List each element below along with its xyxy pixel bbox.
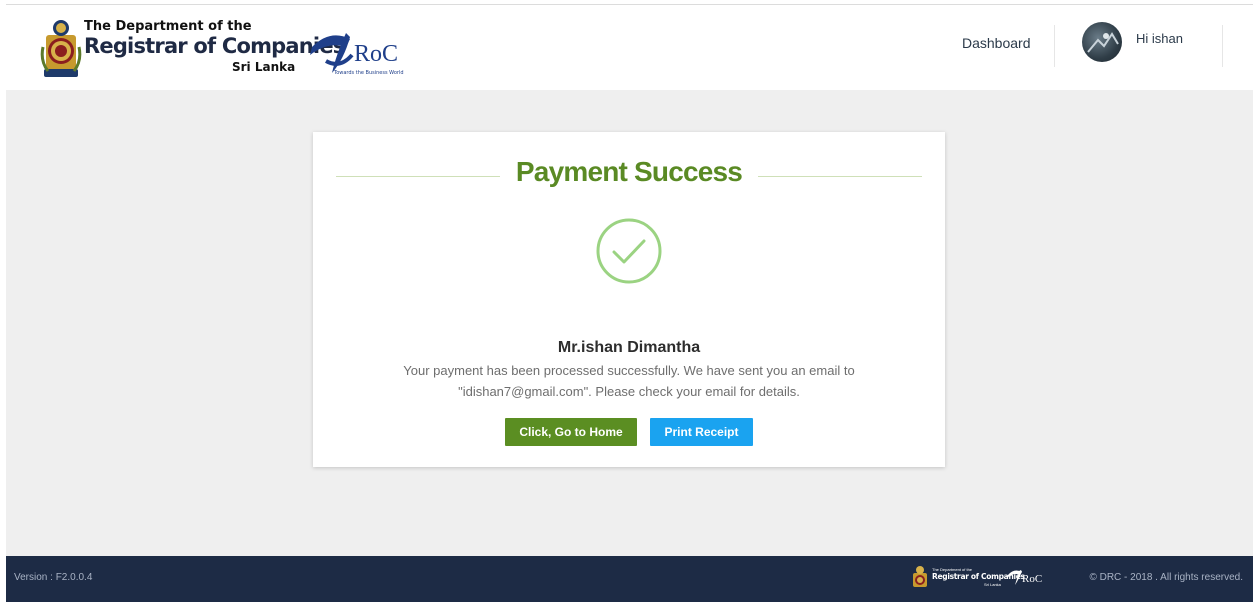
- nav-dashboard-link[interactable]: Dashboard: [962, 35, 1031, 51]
- footer-emblem-icon: [913, 566, 927, 587]
- footer-eroc-text: RoC: [1022, 573, 1043, 585]
- customer-name: Mr.ishan Dimantha: [557, 339, 701, 356]
- copyright-text: © DRC - 2018 . All rights reserved.: [1089, 572, 1243, 583]
- page-title: Payment Success: [515, 156, 743, 187]
- nav-divider: [1222, 25, 1223, 67]
- payment-success-card: Payment Success Mr.ishan Dimantha Your p…: [313, 132, 945, 467]
- eroc-tagline: Towards the Business World: [334, 70, 404, 76]
- nav-divider: [1054, 25, 1055, 67]
- avatar[interactable]: [1082, 22, 1122, 62]
- main-content: Payment Success Mr.ishan Dimantha Your p…: [6, 90, 1253, 556]
- brand-line-3: Sri Lanka: [232, 60, 296, 74]
- success-message-line-2: "idishan7@gmail.com". Please check your …: [458, 384, 800, 399]
- title-row: Payment Success: [336, 152, 922, 200]
- title-divider-right: [758, 176, 922, 177]
- emblem-icon: [40, 20, 82, 77]
- user-greeting[interactable]: Hi ishan: [1136, 31, 1183, 46]
- success-message-line-1: Your payment has been processed successf…: [403, 363, 855, 378]
- print-receipt-button[interactable]: Print Receipt: [650, 418, 753, 446]
- footer-brand-logo: The Department of the Registrar of Compa…: [910, 564, 1060, 592]
- eroc-logo-text: RoC: [354, 41, 399, 67]
- site-header: The Department of the Registrar of Compa…: [6, 5, 1253, 90]
- brand-logo[interactable]: The Department of the Registrar of Compa…: [36, 13, 416, 83]
- check-circle-icon: [596, 218, 662, 284]
- success-message: Your payment has been processed successf…: [313, 360, 945, 402]
- go-home-button[interactable]: Click, Go to Home: [505, 418, 637, 446]
- brand-line-1: The Department of the: [84, 19, 252, 34]
- avatar-image-icon: [1087, 32, 1119, 53]
- version-label: Version : F2.0.0.4: [14, 572, 93, 583]
- footer-brand-line-3: Sri Lanka: [984, 582, 1001, 587]
- site-footer: Version : F2.0.0.4 The Department of the…: [6, 556, 1253, 602]
